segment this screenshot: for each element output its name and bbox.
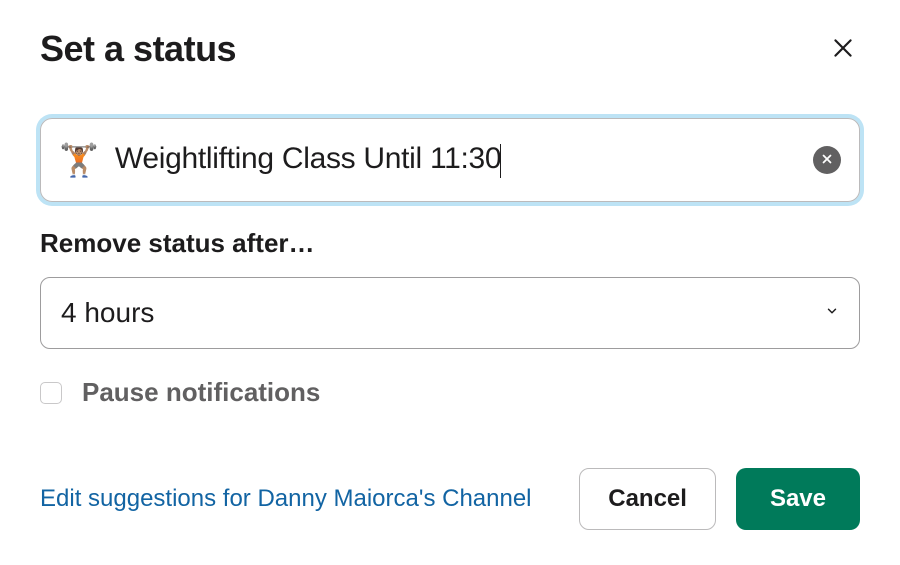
dialog-title: Set a status xyxy=(40,28,236,70)
dialog-header: Set a status xyxy=(40,28,860,70)
button-group: Cancel Save xyxy=(579,468,860,530)
status-text-input[interactable]: Weightlifting Class Until 11:30 xyxy=(115,142,813,177)
status-input-container[interactable]: 🏋🏽 Weightlifting Class Until 11:30 xyxy=(40,118,860,202)
close-icon xyxy=(830,35,856,64)
dialog-footer: Edit suggestions for Danny Maiorca's Cha… xyxy=(40,468,860,530)
pause-notifications-checkbox[interactable] xyxy=(40,382,62,404)
remove-after-label: Remove status after… xyxy=(40,228,860,259)
pause-notifications-label: Pause notifications xyxy=(82,377,320,408)
close-button[interactable] xyxy=(826,31,860,68)
status-text-value: Weightlifting Class Until 11:30 xyxy=(115,142,501,175)
status-emoji-picker[interactable]: 🏋🏽 xyxy=(59,144,99,176)
remove-after-select[interactable]: 4 hours xyxy=(40,277,860,349)
clear-status-button[interactable] xyxy=(813,146,841,174)
text-cursor xyxy=(500,144,501,178)
pause-notifications-row: Pause notifications xyxy=(40,377,860,408)
edit-suggestions-link[interactable]: Edit suggestions for Danny Maiorca's Cha… xyxy=(40,485,532,513)
save-button[interactable]: Save xyxy=(736,468,860,530)
clear-icon xyxy=(820,152,834,169)
remove-after-value: 4 hours xyxy=(61,297,154,329)
chevron-down-icon xyxy=(825,304,839,323)
cancel-button[interactable]: Cancel xyxy=(579,468,716,530)
